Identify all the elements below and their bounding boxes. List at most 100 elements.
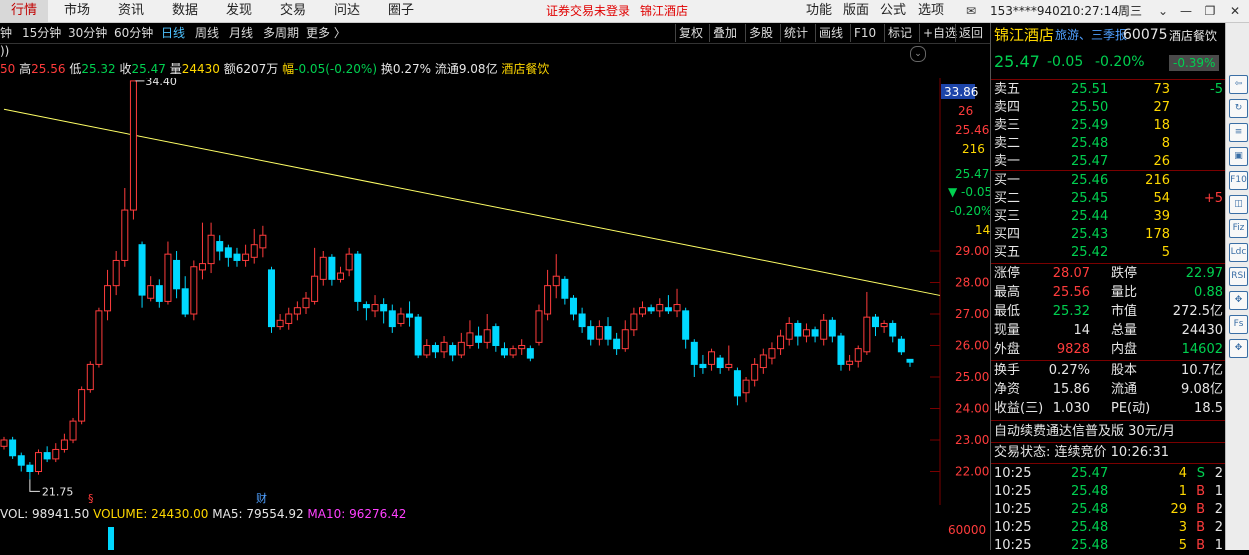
y-tick-label: 25.00 [955, 370, 989, 384]
fiz-icon[interactable]: Fiz [1229, 219, 1248, 238]
ask-label: 卖二 [994, 136, 1021, 151]
divider [991, 442, 1225, 443]
menu-function[interactable]: 功能 [806, 0, 832, 22]
stat-value: 25.56 [1052, 285, 1090, 300]
tool-overlay[interactable]: 叠加 [709, 24, 740, 42]
ask-row[interactable]: 卖五 25.51 73 -5 [991, 81, 1225, 99]
bid-row[interactable]: 买五 25.42 5 [991, 244, 1225, 262]
candle-body [690, 341, 698, 365]
candle-body [267, 269, 275, 328]
bid-row[interactable]: 买二 25.45 54 +5 [991, 190, 1225, 208]
tick-time: 10:25 [994, 538, 1032, 553]
menu-circle[interactable]: 圈子 [388, 0, 414, 22]
candle-body [431, 345, 439, 353]
scale-row4: 25.47 [955, 167, 989, 181]
candle-body [725, 363, 733, 369]
candle-body [647, 307, 655, 312]
menu-formula[interactable]: 公式 [880, 0, 906, 22]
tick-volume: 1 [1178, 484, 1187, 499]
refresh-icon[interactable]: ↻ [1229, 99, 1248, 118]
target-icon[interactable]: ✥ [1229, 339, 1248, 358]
stat-value: 1.030 [1052, 401, 1090, 416]
account-id[interactable]: 153****9402 [990, 0, 1067, 22]
candle-body [483, 329, 491, 343]
kline-chart[interactable]: 29.00 28.00 27.00 26.00 25.00 24.00 23.00 22.00… [0, 78, 990, 505]
promo-row[interactable]: 自动续费通达信普及版 30元/月 [991, 423, 1228, 441]
candle-body [682, 310, 690, 340]
close-icon[interactable]: ✕ [1227, 3, 1243, 19]
menu-options[interactable]: 选项 [918, 0, 944, 22]
period-60min[interactable]: 60分钟 [114, 23, 153, 43]
period-weekly[interactable]: 周线 [195, 23, 219, 43]
period-monthly[interactable]: 月线 [229, 23, 253, 43]
info-sector[interactable]: 酒店餐饮 [501, 62, 549, 76]
tick-row: 10:25 25.48 1 B 1 [991, 483, 1225, 501]
menu-data[interactable]: 数据 [172, 0, 198, 22]
quote-sector[interactable]: 酒店餐饮 [1169, 27, 1217, 45]
finance-marker-icon[interactable]: 财 [256, 491, 267, 505]
tick-row: 10:25 25.48 29 B 2 [991, 501, 1225, 519]
bid-row[interactable]: 买一 25.46 216 [991, 172, 1225, 190]
ask-row[interactable]: 卖三 25.49 18 [991, 117, 1225, 135]
candle-body [86, 363, 94, 391]
tick-count: 1 [1214, 538, 1223, 553]
ma10-value: MA10: 96276.42 [307, 507, 407, 521]
restore-icon[interactable]: ❐ [1202, 3, 1218, 19]
cmp-icon[interactable]: ▣ [1229, 147, 1248, 166]
bid-change: +5 [1203, 191, 1223, 206]
tool-mark[interactable]: 标记 [884, 24, 915, 42]
quote-tags[interactable]: 旅游、三季报 [1055, 26, 1127, 44]
menu-market[interactable]: 市场 [64, 0, 90, 22]
tool-back[interactable]: 返回 [955, 24, 986, 42]
menu-layout[interactable]: 版面 [843, 0, 869, 22]
period-15min[interactable]: 15分钟 [22, 23, 61, 43]
candle-body [906, 358, 914, 363]
ask-row[interactable]: 卖四 25.50 27 [991, 99, 1225, 117]
ldc-icon[interactable]: Ldc [1229, 243, 1248, 262]
login-alert[interactable]: 证券交易未登录 [546, 0, 630, 22]
bid-row[interactable]: 买三 25.44 39 [991, 208, 1225, 226]
stat-value: 18.5 [1194, 401, 1223, 416]
period-multi[interactable]: 多周期 [263, 23, 299, 43]
menu-trade[interactable]: 交易 [280, 0, 306, 22]
quote-panel: 锦江酒店 旅游、三季报 60075 酒店餐饮 25.47 -0.05 -0.20… [990, 23, 1228, 553]
rsi-icon[interactable]: RSI [1229, 267, 1248, 286]
info-float: 9.08亿 [458, 62, 498, 76]
tool-f10[interactable]: F10 [850, 24, 879, 42]
list-icon[interactable]: ≡ [1229, 123, 1248, 142]
event-marker-icon[interactable]: § [88, 492, 94, 505]
tick-count: 2 [1214, 520, 1223, 535]
menu-hangqing[interactable]: 行情 [0, 0, 48, 22]
fs-icon[interactable]: Fs [1229, 315, 1248, 334]
ask-label: 卖四 [994, 100, 1021, 115]
chart-icon[interactable]: ◫ [1229, 195, 1248, 214]
menu-discover[interactable]: 发现 [226, 0, 252, 22]
period-30min[interactable]: 30分钟 [68, 23, 107, 43]
period-minute[interactable]: 钟 [0, 23, 12, 43]
mail-icon[interactable]: ✉ [963, 3, 979, 19]
tool-stats[interactable]: 统计 [780, 24, 811, 42]
move-icon[interactable]: ✥ [1229, 291, 1248, 310]
ask-price: 25.48 [1071, 136, 1109, 151]
ask-row[interactable]: 卖二 25.48 8 [991, 135, 1225, 153]
tool-draw[interactable]: 画线 [815, 24, 846, 42]
period-more[interactable]: 更多 〉 [306, 23, 346, 43]
tool-fuquan[interactable]: 复权 [675, 24, 706, 42]
tick-count: 2 [1214, 502, 1223, 517]
menu-wenda[interactable]: 问达 [334, 0, 360, 22]
tool-multistock[interactable]: 多股 [745, 24, 776, 42]
candle-body [78, 389, 86, 422]
f10-icon[interactable]: F10 [1229, 171, 1248, 190]
period-daily[interactable]: 日线 [161, 23, 185, 43]
chevron-down-icon[interactable]: ⌄ [910, 46, 926, 62]
tool-add-watchlist[interactable]: +自选 [919, 24, 960, 42]
bid-row[interactable]: 买四 25.43 178 [991, 226, 1225, 244]
candle-body [138, 244, 146, 296]
minimize-icon[interactable]: — [1178, 3, 1194, 19]
chevron-down-icon[interactable]: ⌄ [1155, 3, 1171, 19]
tick-time: 10:25 [994, 502, 1032, 517]
candle-body [777, 335, 785, 350]
back-icon[interactable]: ⇦ [1229, 75, 1248, 94]
ask-row[interactable]: 卖一 25.47 26 [991, 153, 1225, 171]
menu-news[interactable]: 资讯 [118, 0, 144, 22]
